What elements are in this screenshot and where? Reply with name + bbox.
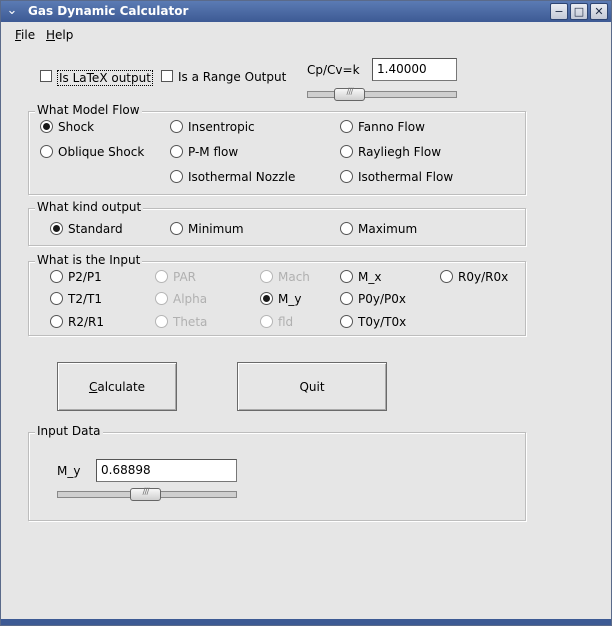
label-mach: Mach (278, 270, 310, 284)
label-insentropic[interactable]: Insentropic (188, 120, 255, 134)
input-data-slider-thumb[interactable] (130, 487, 161, 501)
input-title: What is the Input (35, 253, 143, 267)
radio-isothermal-flow[interactable] (340, 170, 353, 183)
radio-p2p1[interactable] (50, 270, 63, 283)
range-output-label[interactable]: Is a Range Output (178, 70, 286, 84)
menu-help-label: elp (55, 28, 74, 42)
radio-m-y[interactable] (260, 292, 273, 305)
quit-label: Quit (299, 379, 325, 394)
radio-par (155, 270, 168, 283)
window-title: Gas Dynamic Calculator (28, 4, 189, 18)
range-output-checkbox[interactable] (161, 70, 173, 82)
radio-m-x[interactable] (340, 270, 353, 283)
label-p2p1[interactable]: P2/P1 (68, 270, 102, 284)
radio-mach (260, 270, 273, 283)
input-data-title: Input Data (35, 424, 103, 438)
label-m-x[interactable]: M_x (358, 270, 381, 284)
menu-file[interactable]: File (15, 28, 35, 42)
menu-help-mnemonic: H (46, 28, 56, 42)
radio-p0y-p0x[interactable] (340, 292, 353, 305)
radio-r0y-r0x[interactable] (440, 270, 453, 283)
quit-button[interactable]: Quit (237, 362, 387, 411)
label-shock[interactable]: Shock (58, 120, 94, 134)
label-m-y[interactable]: M_y (278, 292, 301, 306)
window-bottom-border (1, 619, 611, 625)
radio-selected-dot (43, 123, 50, 130)
radio-shock[interactable] (40, 120, 53, 133)
title-bar[interactable]: ⌄ Gas Dynamic Calculator − □ ✕ (1, 1, 611, 22)
menu-bar: File Help (1, 22, 611, 48)
window-menu-icon[interactable]: ⌄ (4, 3, 20, 19)
k-slider[interactable] (307, 87, 457, 101)
radio-fanno-flow[interactable] (340, 120, 353, 133)
radio-rayliegh-flow[interactable] (340, 145, 353, 158)
radio-standard[interactable] (50, 222, 63, 235)
radio-selected-dot (263, 295, 270, 302)
input-data-field[interactable]: 0.68898 (96, 459, 237, 482)
label-t0y-t0x[interactable]: T0y/T0x (358, 315, 406, 329)
label-minimum[interactable]: Minimum (188, 222, 244, 236)
radio-minimum[interactable] (170, 222, 183, 235)
input-data-label: M_y (57, 464, 81, 478)
radio-maximum[interactable] (340, 222, 353, 235)
k-slider-thumb[interactable] (334, 87, 365, 101)
maximize-button[interactable]: □ (570, 3, 588, 20)
label-pm-flow[interactable]: P-M flow (188, 145, 238, 159)
minimize-button[interactable]: − (550, 3, 568, 20)
model-flow-title: What Model Flow (35, 103, 142, 117)
label-r0y-r0x[interactable]: R0y/R0x (458, 270, 508, 284)
label-maximum[interactable]: Maximum (358, 222, 417, 236)
radio-alpha (155, 292, 168, 305)
radio-theta (155, 315, 168, 328)
label-rayliegh-flow[interactable]: Rayliegh Flow (358, 145, 441, 159)
k-label: Cp/Cv=k (307, 63, 360, 77)
k-input[interactable]: 1.40000 (372, 58, 457, 81)
label-r2r1[interactable]: R2/R1 (68, 315, 104, 329)
radio-t0y-t0x[interactable] (340, 315, 353, 328)
label-oblique-shock[interactable]: Oblique Shock (58, 145, 144, 159)
radio-fld (260, 315, 273, 328)
radio-r2r1[interactable] (50, 315, 63, 328)
label-isothermal-nozzle[interactable]: Isothermal Nozzle (188, 170, 295, 184)
calculate-button[interactable]: Calculate (57, 362, 177, 411)
radio-selected-dot (53, 225, 60, 232)
menu-help[interactable]: Help (46, 28, 73, 42)
close-button[interactable]: ✕ (590, 3, 608, 20)
radio-isothermal-nozzle[interactable] (170, 170, 183, 183)
label-alpha: Alpha (173, 292, 208, 306)
label-fld: fld (278, 315, 294, 329)
label-t2t1[interactable]: T2/T1 (68, 292, 102, 306)
label-theta: Theta (173, 315, 208, 329)
app-window: ⌄ Gas Dynamic Calculator − □ ✕ File Help… (0, 0, 612, 626)
input-data-slider[interactable] (57, 487, 237, 501)
output-kind-title: What kind output (35, 200, 144, 214)
latex-output-label[interactable]: Is LaTeX output (57, 70, 153, 86)
label-p0y-p0x[interactable]: P0y/P0x (358, 292, 406, 306)
menu-file-label: ile (21, 28, 36, 42)
label-par: PAR (173, 270, 197, 284)
label-standard[interactable]: Standard (68, 222, 123, 236)
radio-pm-flow[interactable] (170, 145, 183, 158)
label-fanno-flow[interactable]: Fanno Flow (358, 120, 425, 134)
label-isothermal-flow[interactable]: Isothermal Flow (358, 170, 453, 184)
radio-oblique-shock[interactable] (40, 145, 53, 158)
calculate-label: alculate (97, 379, 146, 394)
radio-t2t1[interactable] (50, 292, 63, 305)
latex-output-checkbox[interactable] (40, 70, 52, 82)
radio-insentropic[interactable] (170, 120, 183, 133)
